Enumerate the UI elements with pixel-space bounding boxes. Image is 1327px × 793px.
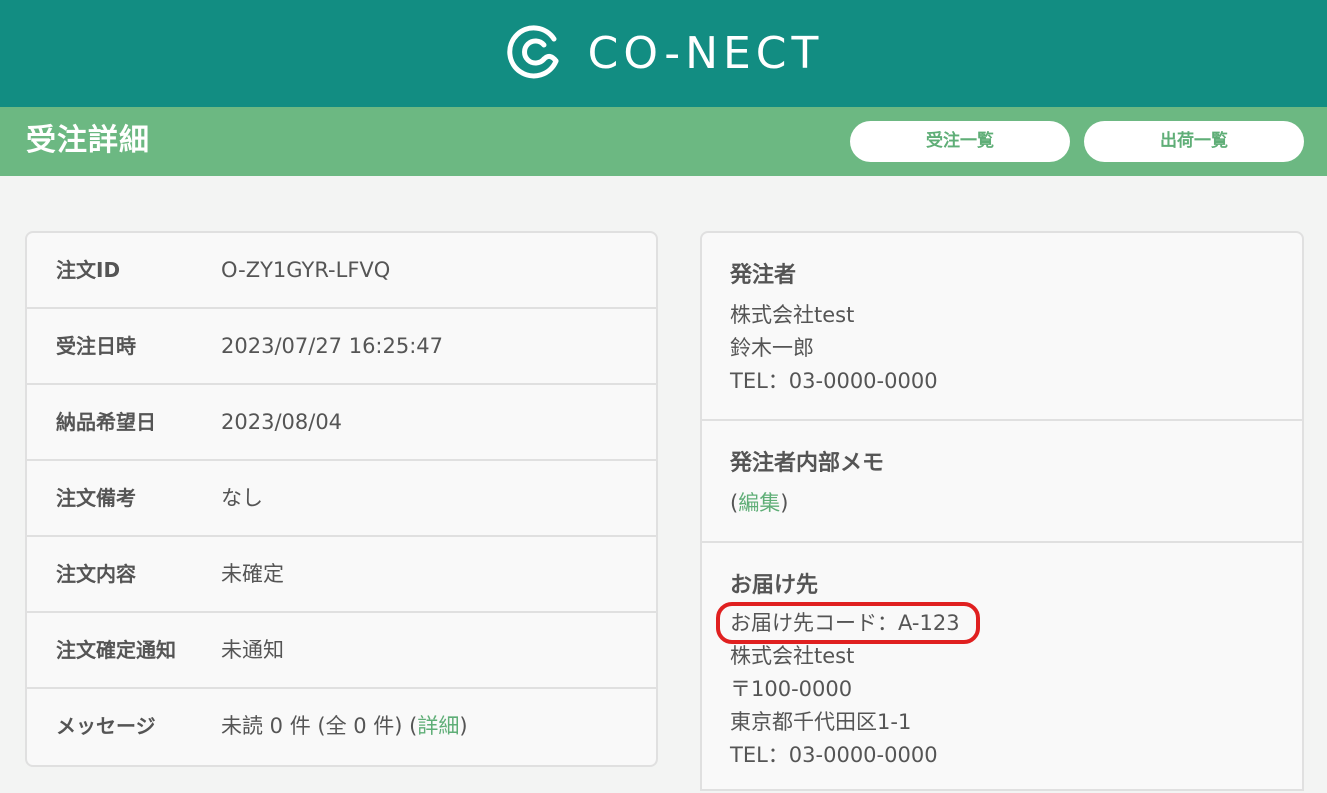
order-note-label: 注文備考	[56, 486, 136, 510]
order-datetime-row: 受注日時 2023/07/27 16:25:47	[27, 309, 656, 385]
brand-logo[interactable]: CO-NECT	[504, 23, 824, 85]
order-note-value: なし	[221, 486, 263, 510]
confirm-notice-label: 注文確定通知	[56, 638, 176, 662]
top-header: CO-NECT	[0, 0, 1327, 107]
order-list-button[interactable]: 受注一覧	[850, 121, 1070, 162]
delivery-details: お届け先コード：A-123 株式会社test 〒100-0000 東京都千代田区…	[716, 602, 980, 772]
orderer-person: 鈴木一郎	[730, 336, 814, 360]
brand-name: CO-NECT	[587, 28, 824, 79]
memo-title: 発注者内部メモ	[730, 451, 885, 476]
message-close-paren: )	[459, 714, 468, 738]
delivery-code: お届け先コード：A-123	[716, 602, 980, 644]
page-header-bar: 受注詳細 受注一覧 出荷一覧	[0, 107, 1327, 176]
delivery-date-value: 2023/08/04	[221, 410, 343, 434]
order-info-card: 注文ID O-ZY1GYR-LFVQ 受注日時 2023/07/27 16:25…	[25, 231, 658, 767]
delivery-date-label: 納品希望日	[56, 410, 156, 434]
order-id-row: 注文ID O-ZY1GYR-LFVQ	[27, 233, 656, 309]
message-count: 未読 0 件 (全 0 件) (	[221, 714, 418, 738]
page-title: 受注詳細	[26, 123, 150, 158]
orderer-section: 発注者 株式会社test 鈴木一郎 TEL：03-0000-0000	[702, 233, 1302, 421]
order-content-label: 注文内容	[56, 562, 136, 586]
order-content-value: 未確定	[221, 562, 284, 586]
orderer-company: 株式会社test	[730, 303, 855, 327]
delivery-address: 東京都千代田区1-1	[730, 710, 912, 734]
order-datetime-label: 受注日時	[56, 334, 136, 358]
delivery-postal: 〒100-0000	[730, 677, 853, 701]
order-note-row: 注文備考 なし	[27, 461, 656, 537]
delivery-tel: TEL：03-0000-0000	[730, 743, 938, 767]
delivery-title: お届け先	[730, 573, 819, 598]
memo-section: 発注者内部メモ (編集)	[702, 421, 1302, 543]
orderer-title: 発注者	[730, 263, 797, 288]
confirm-notice-row: 注文確定通知 未通知	[27, 613, 656, 689]
confirm-notice-value: 未通知	[221, 638, 284, 662]
party-info-card: 発注者 株式会社test 鈴木一郎 TEL：03-0000-0000 発注者内部…	[700, 231, 1304, 791]
order-content-row: 注文内容 未確定	[27, 537, 656, 613]
orderer-details: 株式会社test 鈴木一郎 TEL：03-0000-0000	[730, 299, 938, 398]
order-id-value: O-ZY1GYR-LFVQ	[221, 258, 391, 282]
memo-close-paren: )	[780, 491, 789, 515]
shipment-list-button[interactable]: 出荷一覧	[1084, 121, 1304, 162]
delivery-section: お届け先 お届け先コード：A-123 株式会社test 〒100-0000 東京…	[702, 543, 1302, 793]
message-row: メッセージ 未読 0 件 (全 0 件) (詳細)	[27, 689, 656, 765]
message-detail-link[interactable]: 詳細	[417, 714, 459, 738]
message-value: 未読 0 件 (全 0 件) (詳細)	[221, 689, 468, 763]
memo-details: (編集)	[730, 487, 788, 520]
message-label: メッセージ	[56, 714, 156, 738]
memo-open-paren: (	[730, 491, 739, 515]
order-id-label: 注文ID	[56, 258, 121, 282]
order-datetime-value: 2023/07/27 16:25:47	[221, 334, 444, 358]
delivery-company: 株式会社test	[730, 644, 855, 668]
delivery-date-row: 納品希望日 2023/08/04	[27, 385, 656, 461]
memo-edit-link[interactable]: 編集	[738, 491, 780, 515]
orderer-tel: TEL：03-0000-0000	[730, 369, 938, 393]
conect-logo-icon	[504, 23, 562, 85]
